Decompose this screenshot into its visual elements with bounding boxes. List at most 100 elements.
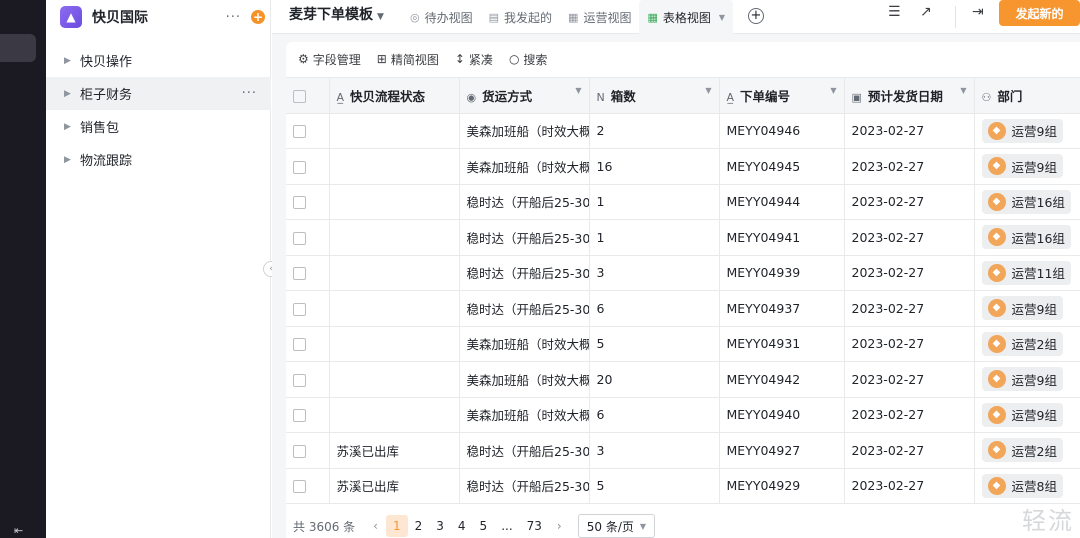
cell-shipping[interactable]: 美森加班船（时效大概 xyxy=(459,113,590,149)
cell-boxes[interactable]: 5 xyxy=(589,468,720,504)
rail-active-item[interactable] xyxy=(0,34,36,62)
cell-ship-date[interactable]: 2023-02-27 xyxy=(844,326,975,362)
sidebar-item-kuaibei-ops[interactable]: ▶ 快贝操作 xyxy=(46,44,271,77)
cell-boxes[interactable]: 6 xyxy=(589,397,720,433)
tab-ops-view[interactable]: ▦ 运营视图 xyxy=(560,0,639,34)
cell-order-no[interactable]: MEYY04937 xyxy=(719,290,845,327)
row-select-cell[interactable] xyxy=(286,113,330,149)
simple-view-button[interactable]: ⊞ 精简视图 xyxy=(377,51,439,68)
row-select-cell[interactable] xyxy=(286,361,330,398)
table-row[interactable]: 美森加班船（时效大概 6 MEYY04940 2023-02-27 ◆ 运营9组 xyxy=(286,397,1080,433)
column-header-ship-date[interactable]: ▣ 预计发货日期 ▼ xyxy=(844,77,975,114)
cell-ship-date[interactable]: 2023-02-27 xyxy=(844,219,975,256)
cell-dept[interactable]: ◆ 运营2组 xyxy=(974,326,1080,362)
cell-status[interactable] xyxy=(329,255,460,291)
cell-dept[interactable]: ◆ 运营16组 xyxy=(974,219,1080,256)
cell-status[interactable] xyxy=(329,326,460,362)
row-select-cell[interactable] xyxy=(286,432,330,469)
cell-ship-date[interactable]: 2023-02-27 xyxy=(844,113,975,149)
prev-page-icon[interactable]: ‹ xyxy=(365,519,386,533)
row-checkbox[interactable] xyxy=(293,302,306,316)
table-row[interactable]: 稳时达（开船后25-30 6 MEYY04937 2023-02-27 ◆ 运营9组 xyxy=(286,290,1080,327)
page-4[interactable]: 4 xyxy=(451,519,473,533)
cell-shipping[interactable]: 稳时达（开船后25-30 xyxy=(459,255,590,291)
chevron-down-icon[interactable]: ▼ xyxy=(575,86,581,95)
page-2[interactable]: 2 xyxy=(408,519,430,533)
chevron-down-icon[interactable]: ▼ xyxy=(705,86,711,95)
row-checkbox[interactable] xyxy=(293,338,306,352)
row-select-cell[interactable] xyxy=(286,255,330,291)
cell-order-no[interactable]: MEYY04944 xyxy=(719,184,845,220)
cell-ship-date[interactable]: 2023-02-27 xyxy=(844,290,975,327)
page-73[interactable]: 73 xyxy=(520,519,549,533)
table-row[interactable]: 美森加班船（时效大概 5 MEYY04931 2023-02-27 ◆ 运营2组 xyxy=(286,326,1080,362)
cell-order-no[interactable]: MEYY04931 xyxy=(719,326,845,362)
page-ellipsis[interactable]: ... xyxy=(494,519,519,533)
caret-right-icon[interactable]: ▶ xyxy=(64,89,80,99)
cell-boxes[interactable]: 3 xyxy=(589,255,720,291)
exit-icon[interactable]: ⇥ xyxy=(972,4,984,20)
caret-right-icon[interactable]: ▶ xyxy=(64,155,80,165)
tab-todo-view[interactable]: ◎ 待办视图 xyxy=(402,0,481,34)
cell-status[interactable] xyxy=(329,113,460,149)
sidebar-item-container-finance[interactable]: ▶ 柜子财务 ··· xyxy=(46,77,271,110)
table-row[interactable]: 美森加班船（时效大概 16 MEYY04945 2023-02-27 ◆ 运营9组 xyxy=(286,148,1080,185)
cell-status[interactable] xyxy=(329,290,460,327)
list-icon[interactable]: ☰ xyxy=(888,4,901,20)
add-icon[interactable]: + xyxy=(251,10,265,24)
cell-status[interactable]: 苏溪已出库 xyxy=(329,432,460,469)
row-checkbox[interactable] xyxy=(293,160,306,174)
row-select-cell[interactable] xyxy=(286,184,330,220)
chevron-down-icon[interactable]: ▼ xyxy=(830,86,836,95)
column-header-shipping[interactable]: ◉ 货运方式 ▼ xyxy=(459,77,590,114)
page-5[interactable]: 5 xyxy=(473,519,495,533)
cell-boxes[interactable]: 16 xyxy=(589,148,720,185)
collapse-rail-icon[interactable]: ⇤ xyxy=(14,524,23,537)
page-1[interactable]: 1 xyxy=(385,515,408,537)
cell-order-no[interactable]: MEYY04946 xyxy=(719,113,845,149)
select-all-cell[interactable] xyxy=(286,77,330,114)
table-row[interactable]: 美森加班船（时效大概 2 MEYY04946 2023-02-27 ◆ 运营9组 xyxy=(286,113,1080,149)
row-checkbox[interactable] xyxy=(293,196,306,210)
cell-dept[interactable]: ◆ 运营16组 xyxy=(974,184,1080,220)
row-select-cell[interactable] xyxy=(286,468,330,504)
cell-boxes[interactable]: 1 xyxy=(589,184,720,220)
table-row[interactable]: 稳时达（开船后25-30 1 MEYY04944 2023-02-27 ◆ 运营16组 xyxy=(286,184,1080,220)
cell-shipping[interactable]: 稳时达（开船后25-30 xyxy=(459,468,590,504)
cell-boxes[interactable]: 1 xyxy=(589,219,720,256)
cell-ship-date[interactable]: 2023-02-27 xyxy=(844,361,975,398)
chevron-down-icon[interactable]: ▼ xyxy=(960,86,966,95)
cell-shipping[interactable]: 稳时达（开船后25-30 xyxy=(459,432,590,469)
cell-dept[interactable]: ◆ 运营11组 xyxy=(974,255,1080,291)
row-checkbox[interactable] xyxy=(293,125,306,139)
cell-status[interactable] xyxy=(329,219,460,256)
table-row[interactable]: 苏溪已出库 稳时达（开船后25-30 3 MEYY04927 2023-02-27 ◆ 运营… xyxy=(286,432,1080,469)
row-checkbox[interactable] xyxy=(293,267,306,281)
cell-boxes[interactable]: 6 xyxy=(589,290,720,327)
cell-boxes[interactable]: 2 xyxy=(589,113,720,149)
cell-boxes[interactable]: 5 xyxy=(589,326,720,362)
table-row[interactable]: 稳时达（开船后25-30 3 MEYY04939 2023-02-27 ◆ 运营11组 xyxy=(286,255,1080,291)
row-checkbox[interactable] xyxy=(293,231,306,245)
cell-ship-date[interactable]: 2023-02-27 xyxy=(844,148,975,185)
column-header-order-no[interactable]: A̲ 下单编号 ▼ xyxy=(719,77,845,114)
chevron-down-icon[interactable]: ▼ xyxy=(719,13,725,22)
cell-order-no[interactable]: MEYY04945 xyxy=(719,148,845,185)
page-3[interactable]: 3 xyxy=(429,519,451,533)
cell-dept[interactable]: ◆ 运营8组 xyxy=(974,468,1080,504)
column-header-status[interactable]: A̲ 快贝流程状态 xyxy=(329,77,460,114)
row-checkbox[interactable] xyxy=(293,480,306,494)
row-select-cell[interactable] xyxy=(286,148,330,185)
row-select-cell[interactable] xyxy=(286,219,330,256)
cell-dept[interactable]: ◆ 运营9组 xyxy=(974,113,1080,149)
doc-title[interactable]: 麦芽下单模板 ▼ xyxy=(289,4,384,24)
cell-status[interactable] xyxy=(329,397,460,433)
select-all-checkbox[interactable] xyxy=(293,89,306,103)
tab-table-view[interactable]: ▦ 表格视图 ▼ xyxy=(639,0,734,34)
trend-icon[interactable]: ↗ xyxy=(920,4,932,20)
row-select-cell[interactable] xyxy=(286,326,330,362)
cell-shipping[interactable]: 美森加班船（时效大概 xyxy=(459,326,590,362)
compact-button[interactable]: ↕ 紧凑 xyxy=(455,51,493,68)
caret-right-icon[interactable]: ▶ xyxy=(64,122,80,132)
cell-dept[interactable]: ◆ 运营9组 xyxy=(974,148,1080,185)
